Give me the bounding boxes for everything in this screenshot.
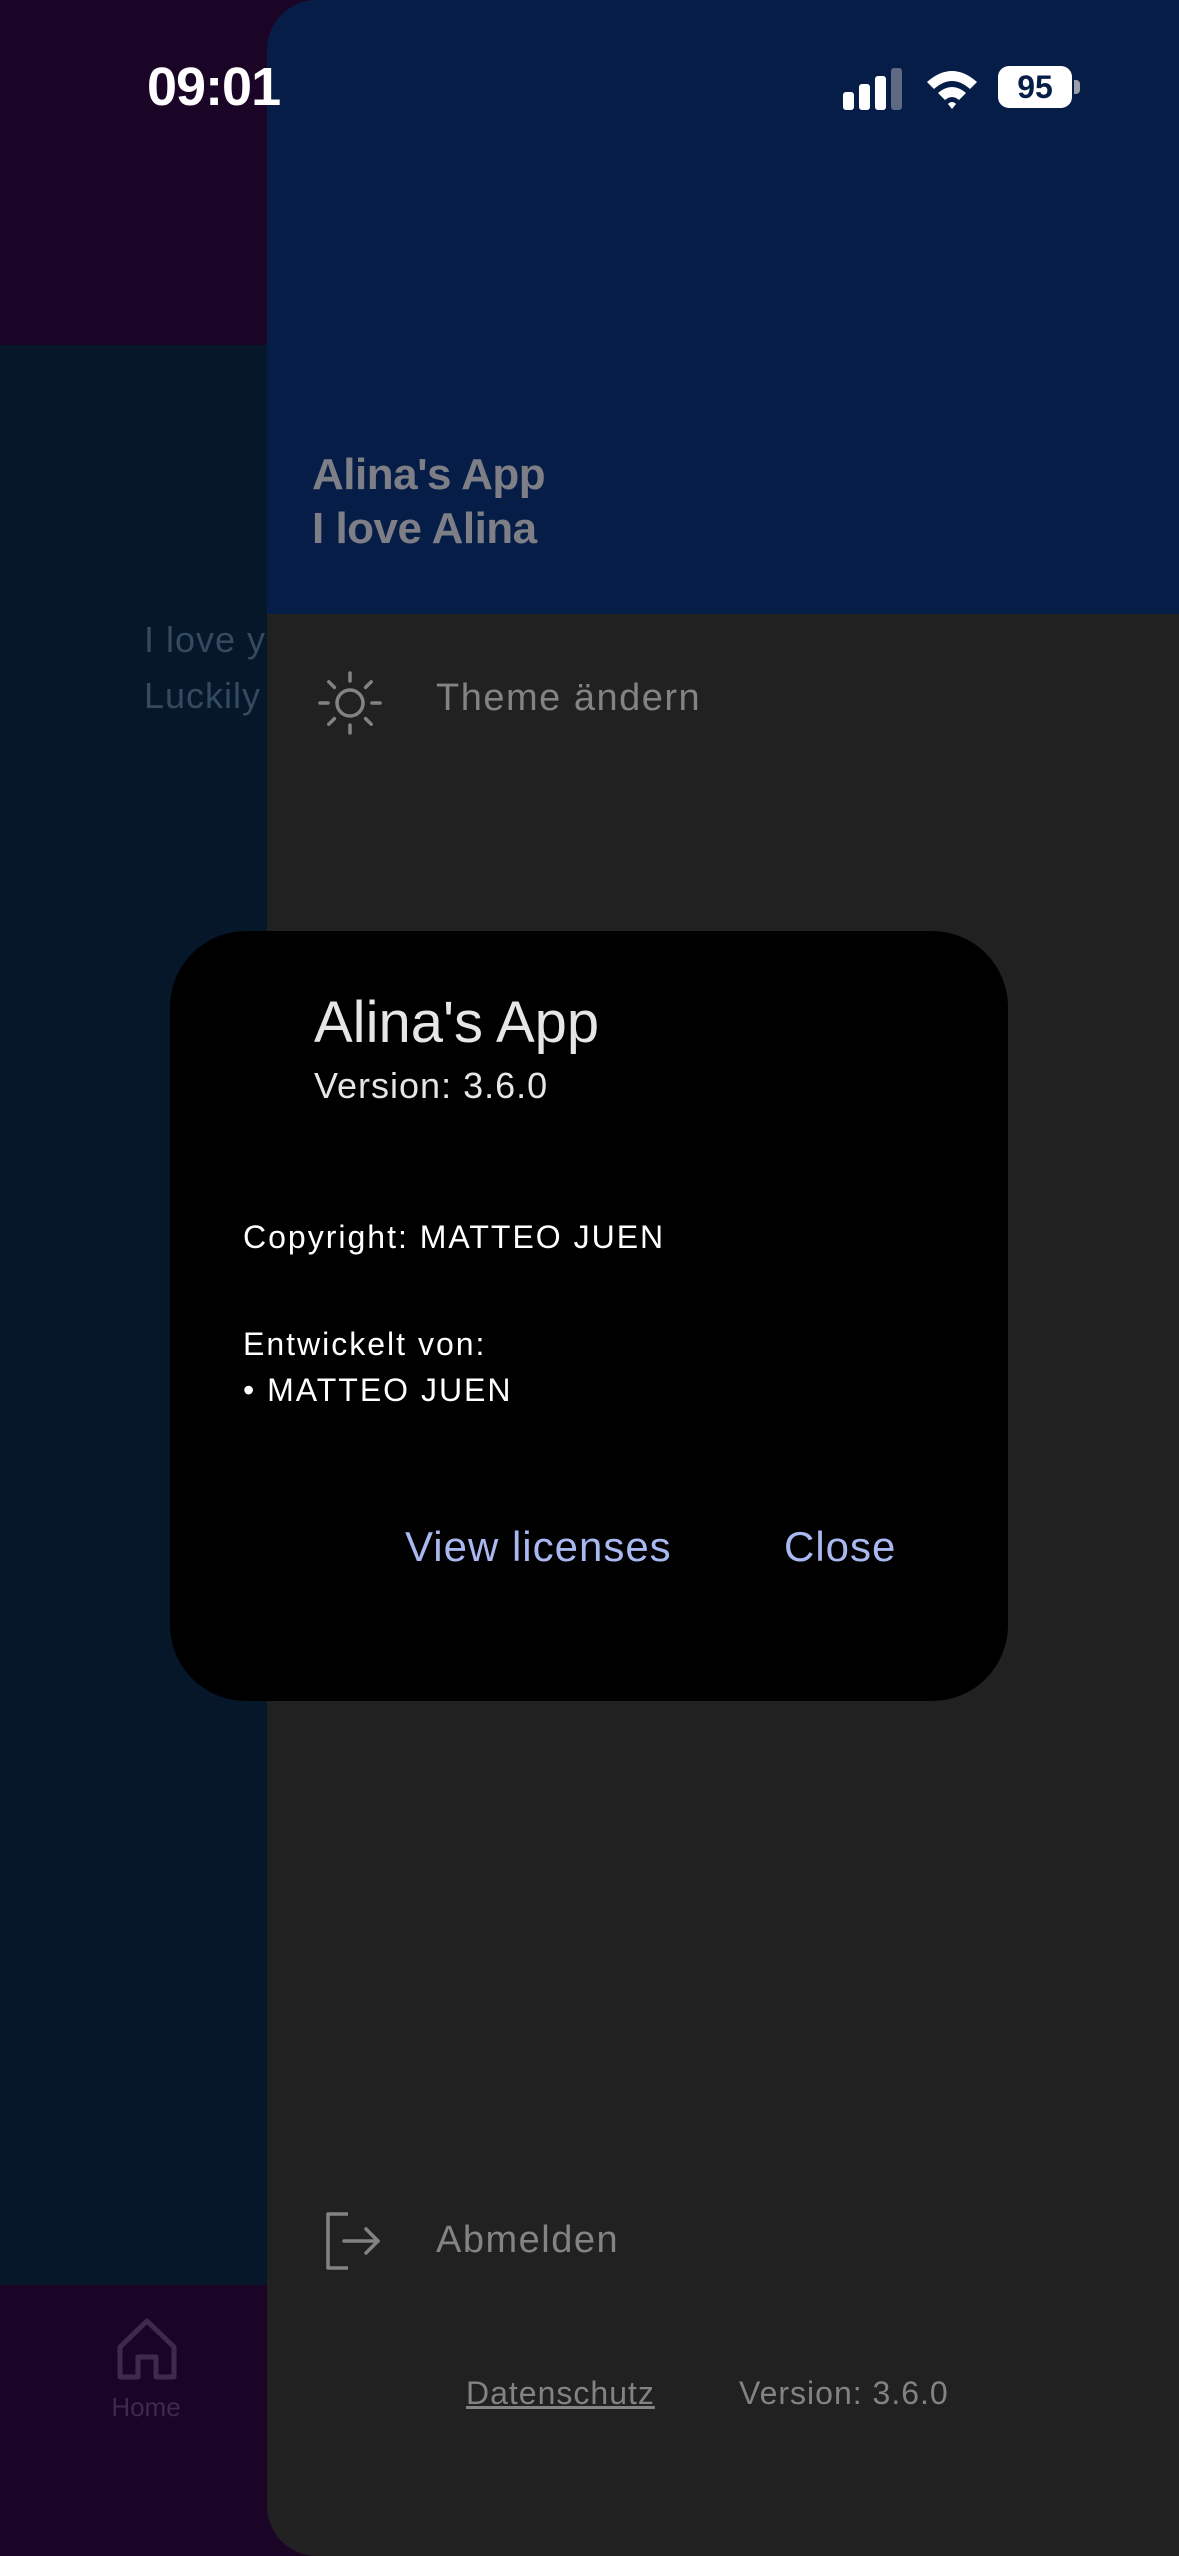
drawer-version-text: Version: 3.6.0 [739, 2375, 949, 2411]
status-time: 09:01 [147, 57, 281, 117]
close-button[interactable]: Close [784, 1523, 896, 1571]
background-app-text: I love y Luckily [144, 619, 267, 716]
dialog-copyright: Copyright: MATTEO JUEN [243, 1219, 666, 1255]
dialog-developer-item: • MATTEO JUEN [243, 1372, 513, 1408]
sun-icon [318, 671, 382, 735]
wifi-icon [927, 71, 977, 109]
logout-icon [326, 2212, 380, 2270]
drawer-item-theme-label: Theme ändern [436, 677, 702, 719]
dialog-title: Alina's App [314, 990, 600, 1055]
battery-icon: 95 [998, 66, 1080, 108]
battery-tip [1074, 80, 1080, 94]
dialog-developed-by-label: Entwickelt von: [243, 1326, 487, 1362]
drawer-subtitle: I love Alina [312, 504, 537, 553]
drawer-item-logout[interactable]: Abmelden [267, 2195, 1179, 2285]
view-licenses-button[interactable]: View licenses [405, 1523, 672, 1571]
battery-level: 95 [1017, 69, 1053, 105]
nav-home-label[interactable]: Home [96, 2392, 196, 2423]
signal-icon [843, 68, 902, 110]
dialog-version: Version: 3.6.0 [314, 1065, 549, 1106]
drawer-item-theme[interactable]: Theme ändern [267, 655, 1179, 745]
home-icon[interactable] [112, 2313, 182, 2383]
drawer-item-logout-label: Abmelden [436, 2219, 620, 2261]
privacy-link[interactable]: Datenschutz [466, 2375, 655, 2412]
drawer-title: Alina's App [312, 450, 546, 499]
about-dialog: Alina's App Version: 3.6.0 Copyright: MA… [170, 931, 1008, 1701]
